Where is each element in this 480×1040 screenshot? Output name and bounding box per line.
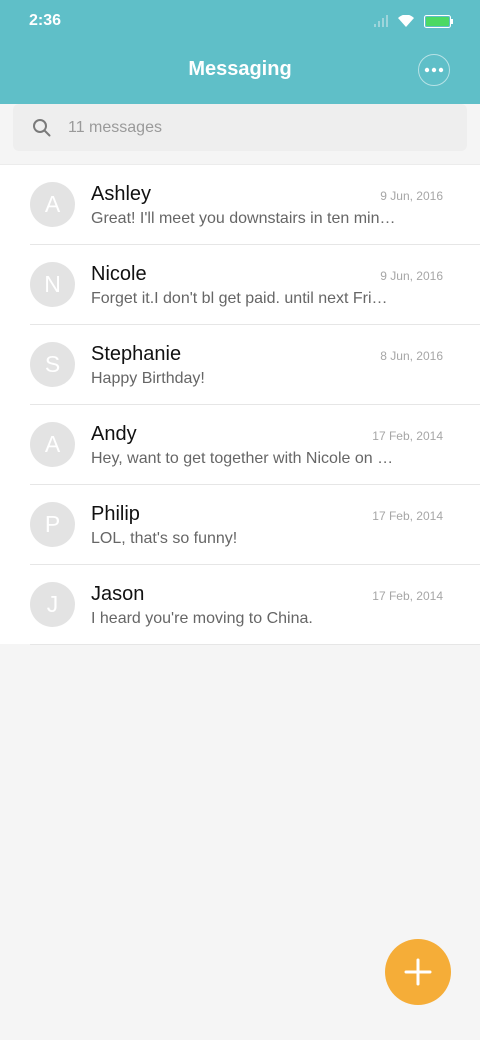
status-time: 2:36: [29, 12, 62, 29]
conversation-list: A Ashley 9 Jun, 2016 Great! I'll meet yo…: [0, 164, 480, 645]
conversation-row[interactable]: S Stephanie 8 Jun, 2016 Happy Birthday!: [0, 325, 480, 405]
conversation-row[interactable]: N Nicole 9 Jun, 2016 Forget it.I don't b…: [0, 245, 480, 325]
wifi-icon: [398, 15, 414, 27]
contact-name: Nicole: [91, 263, 147, 285]
status-icons: [374, 13, 453, 29]
message-date: 9 Jun, 2016: [380, 269, 443, 283]
message-preview: Hey, want to get together with Nicole on…: [91, 450, 394, 467]
message-date: 8 Jun, 2016: [380, 349, 443, 363]
conversation-row[interactable]: A Andy 17 Feb, 2014 Hey, want to get tog…: [0, 405, 480, 485]
new-message-button[interactable]: [385, 939, 451, 1005]
contact-name: Jason: [91, 583, 145, 605]
message-preview: Happy Birthday!: [91, 370, 205, 387]
avatar: N: [30, 262, 75, 307]
message-preview: Great! I'll meet you downstairs in ten m…: [91, 210, 396, 227]
message-date: 9 Jun, 2016: [380, 189, 443, 203]
conversation-row[interactable]: J Jason 17 Feb, 2014 I heard you're movi…: [0, 565, 480, 645]
message-preview: LOL, that's so funny!: [91, 530, 238, 547]
avatar: A: [30, 182, 75, 227]
divider: [30, 644, 480, 645]
conversation-row[interactable]: A Ashley 9 Jun, 2016 Great! I'll meet yo…: [0, 165, 480, 245]
contact-name: Ashley: [91, 183, 152, 205]
more-icon: [424, 67, 444, 73]
search-placeholder: 11 messages: [68, 119, 162, 136]
contact-name: Andy: [91, 423, 137, 445]
signal-icon: [374, 15, 388, 27]
avatar: S: [30, 342, 75, 387]
message-date: 17 Feb, 2014: [372, 429, 443, 443]
more-options-button[interactable]: [418, 54, 450, 86]
contact-name: Philip: [91, 503, 140, 525]
conversation-row[interactable]: P Philip 17 Feb, 2014 LOL, that's so fun…: [0, 485, 480, 565]
plus-icon: [404, 958, 432, 986]
message-preview: Forget it.I don't bl get paid. until nex…: [91, 290, 396, 307]
message-date: 17 Feb, 2014: [372, 509, 443, 523]
contact-name: Stephanie: [91, 343, 182, 365]
avatar: P: [30, 502, 75, 547]
search-bar[interactable]: 11 messages: [13, 104, 467, 151]
battery-icon: [424, 14, 453, 28]
avatar: A: [30, 422, 75, 467]
avatar: J: [30, 582, 75, 627]
app-header: 2:36 Messaging: [0, 0, 480, 104]
search-icon: [33, 119, 51, 137]
message-preview: I heard you're moving to China.: [91, 610, 313, 627]
message-date: 17 Feb, 2014: [372, 589, 443, 603]
page-title: Messaging: [188, 58, 292, 80]
